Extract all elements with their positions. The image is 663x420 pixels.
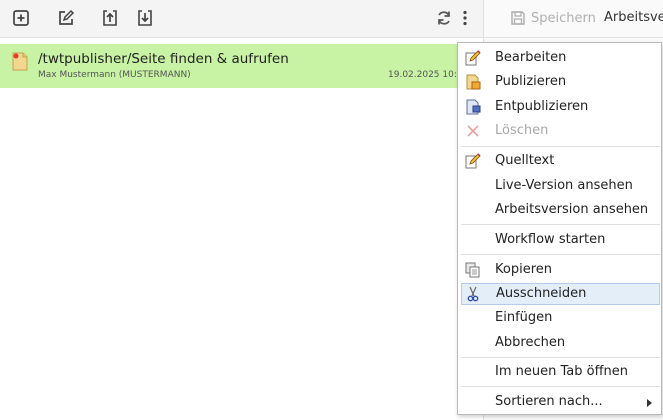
source-icon xyxy=(465,153,481,169)
item-title: /twtpublisher/Seite finden & aufrufen xyxy=(38,51,289,67)
save-button[interactable]: Speichern xyxy=(510,8,596,28)
menu-item-label: Sortieren nach... xyxy=(495,394,603,409)
menu-item-label: Abbrechen xyxy=(495,335,566,350)
menu-separator xyxy=(461,146,660,147)
save-button-label: Speichern xyxy=(531,10,596,26)
menu-separator xyxy=(461,224,660,225)
menu-item-label: Arbeitsversion ansehen xyxy=(495,202,649,217)
menu-item-loeschen: Löschen xyxy=(461,120,660,142)
upload-icon[interactable] xyxy=(101,9,119,27)
edit-pencil-icon xyxy=(465,50,481,66)
menu-item-label: Publizieren xyxy=(495,74,567,89)
download-icon[interactable] xyxy=(136,9,154,27)
menu-item-neuer-tab[interactable]: Im neuen Tab öffnen xyxy=(461,361,660,383)
menu-item-label: Kopieren xyxy=(495,262,552,277)
context-menu: Bearbeiten Publizieren Entpublizieren Lö… xyxy=(457,42,662,415)
copy-icon xyxy=(465,262,481,278)
menu-item-kopieren[interactable]: Kopieren xyxy=(461,259,660,281)
page-icon xyxy=(12,52,28,71)
publish-icon xyxy=(465,74,481,90)
menu-item-label: Bearbeiten xyxy=(495,50,567,65)
menu-item-live-version[interactable]: Live-Version ansehen xyxy=(461,175,660,197)
unpublish-icon xyxy=(465,99,481,115)
more-vertical-icon[interactable] xyxy=(456,9,474,27)
menu-separator xyxy=(461,254,660,255)
menu-item-label: Ausschneiden xyxy=(496,286,587,301)
edit-icon[interactable] xyxy=(57,9,75,27)
menu-separator xyxy=(461,357,660,358)
menu-item-label: Entpublizieren xyxy=(495,99,589,114)
menu-item-label: Workflow starten xyxy=(495,232,606,247)
menu-item-arbeitsversion[interactable]: Arbeitsversion ansehen xyxy=(461,199,660,221)
tab-arbeitsversion[interactable]: Arbeitsvers xyxy=(604,10,663,25)
menu-item-label: Live-Version ansehen xyxy=(495,178,633,193)
menu-separator xyxy=(461,386,660,387)
menu-item-label: Einfügen xyxy=(495,310,553,325)
menu-item-workflow[interactable]: Workflow starten xyxy=(461,229,660,251)
item-date: 19.02.2025 10: xyxy=(388,70,457,80)
menu-item-bearbeiten[interactable]: Bearbeiten xyxy=(461,47,660,69)
menu-item-label: Im neuen Tab öffnen xyxy=(495,364,629,379)
menu-item-abbrechen[interactable]: Abbrechen xyxy=(461,332,660,354)
menu-item-quelltext[interactable]: Quelltext xyxy=(461,150,660,172)
menu-item-ausschneiden[interactable]: Ausschneiden xyxy=(461,283,660,305)
menu-item-entpublizieren[interactable]: Entpublizieren xyxy=(461,96,660,118)
menu-item-label: Löschen xyxy=(495,123,549,138)
list-item[interactable]: /twtpublisher/Seite finden & aufrufen Ma… xyxy=(0,44,483,88)
item-user: Max Mustermann (MUSTERMANN) xyxy=(38,70,191,80)
add-icon[interactable] xyxy=(12,9,30,27)
menu-item-einfuegen[interactable]: Einfügen xyxy=(461,307,660,329)
menu-item-sortieren[interactable]: Sortieren nach... xyxy=(461,391,660,413)
refresh-icon[interactable] xyxy=(435,9,453,27)
menu-item-label: Quelltext xyxy=(495,153,555,168)
toolbar xyxy=(0,0,483,38)
divider xyxy=(484,37,663,38)
menu-item-publizieren[interactable]: Publizieren xyxy=(461,71,660,93)
delete-icon xyxy=(465,123,481,139)
scissors-icon xyxy=(465,286,481,302)
save-icon xyxy=(511,11,525,25)
submenu-arrow-icon xyxy=(647,399,652,407)
